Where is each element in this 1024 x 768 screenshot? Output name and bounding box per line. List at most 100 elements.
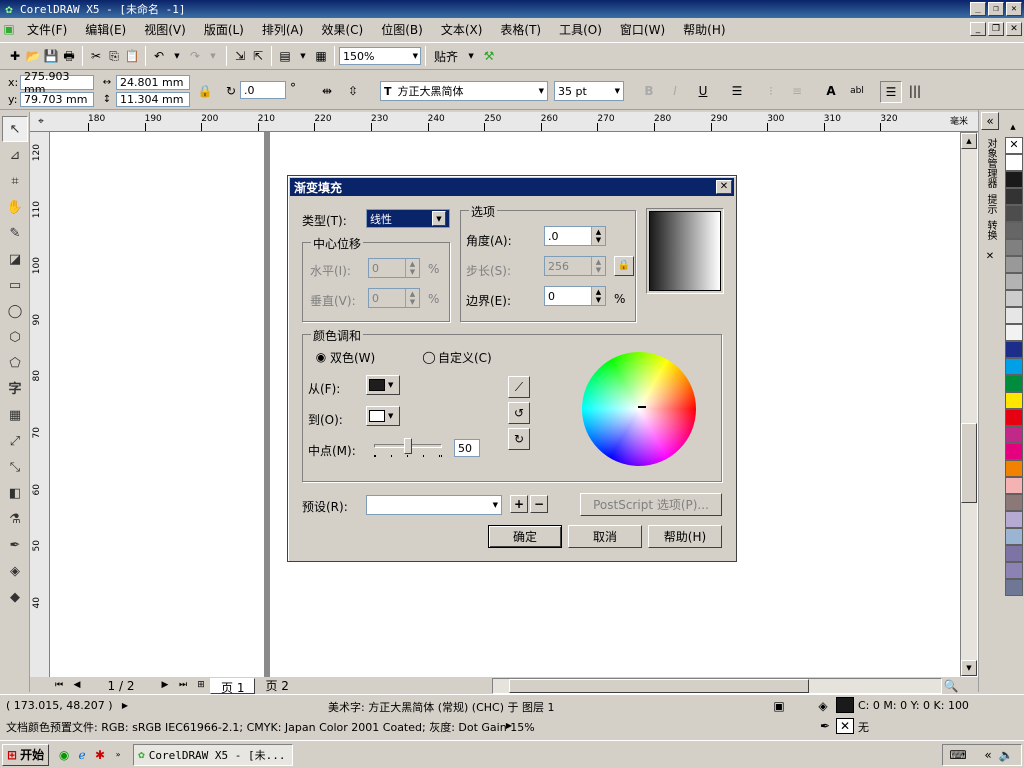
palette-swatch[interactable] bbox=[1005, 357, 1023, 375]
palette-swatch[interactable] bbox=[1005, 442, 1023, 460]
edge-pad-field[interactable]: 0 ▲ ▼ bbox=[544, 286, 606, 306]
palette-swatch[interactable] bbox=[1005, 306, 1023, 324]
docker-tab-transform[interactable]: 转换 bbox=[983, 220, 998, 240]
palette-swatch[interactable] bbox=[1005, 289, 1023, 307]
dimension-tool-icon[interactable]: ⤢ bbox=[2, 428, 28, 454]
lock-icon[interactable]: 🔒 bbox=[196, 82, 214, 100]
scroll-down-icon[interactable]: ▼ bbox=[961, 660, 977, 676]
doc-minimize-button[interactable]: _ bbox=[970, 22, 986, 36]
steps-field[interactable]: 256 ▲ ▼ bbox=[544, 256, 606, 276]
palette-swatch[interactable] bbox=[1005, 544, 1023, 562]
palette-swatch[interactable] bbox=[1005, 238, 1023, 256]
palette-swatch[interactable] bbox=[1005, 578, 1023, 596]
postscript-options-button[interactable]: PostScript 选项(P)... bbox=[580, 493, 722, 516]
outline-pen-icon[interactable]: ✒ bbox=[2, 532, 28, 558]
palette-swatch[interactable] bbox=[1005, 187, 1023, 205]
menu-item-9[interactable]: 工具(O) bbox=[550, 21, 611, 38]
spin-arrows-icon[interactable]: ▲ ▼ bbox=[591, 257, 605, 275]
dialog-close-icon[interactable]: ✕ bbox=[716, 180, 732, 194]
freehand-tool-icon[interactable]: ✎ bbox=[2, 220, 28, 246]
dropcap-icon[interactable]: ≡ bbox=[788, 82, 806, 100]
minimize-button[interactable]: _ bbox=[970, 2, 986, 16]
mirror-v-icon[interactable]: ⇳ bbox=[344, 82, 362, 100]
status-expand-icon[interactable]: ▶ bbox=[116, 697, 134, 715]
from-color-picker[interactable]: ▼ bbox=[366, 375, 400, 395]
cut-icon[interactable]: ✂ bbox=[87, 47, 105, 65]
height-field[interactable]: 11.304 mm bbox=[116, 92, 190, 107]
to-color-picker[interactable]: ▼ bbox=[366, 406, 400, 426]
character-format-icon[interactable]: A bbox=[822, 82, 840, 100]
palette-swatch[interactable] bbox=[1005, 476, 1023, 494]
palette-swatch[interactable] bbox=[1005, 391, 1023, 409]
cancel-button[interactable]: 取消 bbox=[568, 525, 642, 548]
volume-icon[interactable]: 🔈 bbox=[997, 746, 1015, 764]
vertical-text-icon[interactable]: ||| bbox=[906, 82, 924, 100]
pick-tool-icon[interactable]: ↖ bbox=[2, 116, 28, 142]
basic-shapes-icon[interactable]: ⬠ bbox=[2, 350, 28, 376]
text-tool-icon[interactable]: 字 bbox=[2, 376, 28, 402]
preset-select[interactable]: ▼ bbox=[366, 495, 502, 515]
horizontal-text-icon[interactable]: ☰ bbox=[880, 81, 902, 103]
italic-icon[interactable]: I bbox=[666, 82, 684, 100]
palette-swatch[interactable] bbox=[1005, 425, 1023, 443]
palette-swatch[interactable] bbox=[1005, 510, 1023, 528]
taskbar-coreldraw-item[interactable]: ✿ CorelDRAW X5 - [未... bbox=[133, 743, 294, 766]
palette-swatch[interactable] bbox=[1005, 323, 1023, 341]
prev-page-icon[interactable]: ◀ bbox=[68, 677, 86, 695]
palette-scroll-up-icon[interactable]: ▲ bbox=[1004, 119, 1022, 137]
palette-swatch[interactable] bbox=[1005, 527, 1023, 545]
next-page-icon[interactable]: ▶ bbox=[156, 677, 174, 695]
menu-item-5[interactable]: 效果(C) bbox=[312, 21, 372, 38]
export-icon[interactable]: ⇱ bbox=[249, 47, 267, 65]
spin-arrows-icon[interactable]: ▲ ▼ bbox=[405, 259, 419, 277]
undo-dropdown-icon[interactable]: ▼ bbox=[168, 47, 186, 65]
options-icon[interactable]: ⚒ bbox=[480, 47, 498, 65]
menu-item-3[interactable]: 版面(L) bbox=[195, 21, 253, 38]
two-color-radio[interactable]: ◉ bbox=[312, 348, 330, 366]
palette-swatch[interactable] bbox=[1005, 374, 1023, 392]
keyboard-icon[interactable]: ⌨ bbox=[949, 746, 967, 764]
app-launcher-icon[interactable]: ▤ bbox=[276, 47, 294, 65]
menu-item-8[interactable]: 表格(T) bbox=[491, 21, 550, 38]
add-preset-icon[interactable]: + bbox=[510, 495, 528, 513]
new-icon[interactable]: ✚ bbox=[6, 47, 24, 65]
horizontal-scrollbar[interactable] bbox=[492, 677, 942, 694]
menu-item-4[interactable]: 排列(A) bbox=[253, 21, 313, 38]
palette-swatch[interactable] bbox=[1005, 459, 1023, 477]
bullet-icon[interactable]: ⁝ bbox=[762, 82, 780, 100]
tab-page-2[interactable]: 页 2 bbox=[255, 677, 298, 694]
slider-thumb[interactable] bbox=[404, 438, 412, 454]
snap-dropdown-icon[interactable]: ▼ bbox=[462, 47, 480, 65]
palette-swatch[interactable] bbox=[1005, 221, 1023, 239]
ie-icon[interactable]: ℯ bbox=[73, 746, 91, 764]
save-icon[interactable]: 💾 bbox=[42, 47, 60, 65]
font-select[interactable]: T 方正大黑简体 ▼ bbox=[380, 81, 548, 101]
palette-swatch[interactable] bbox=[1005, 408, 1023, 426]
angle-field[interactable]: .0 ▲ ▼ bbox=[544, 226, 606, 246]
doc-restore-button[interactable]: ❐ bbox=[988, 22, 1004, 36]
palette-swatch[interactable] bbox=[1005, 255, 1023, 273]
rectangle-tool-icon[interactable]: ▭ bbox=[2, 272, 28, 298]
last-page-icon[interactable]: ⏭ bbox=[174, 677, 192, 695]
remove-preset-icon[interactable]: − bbox=[530, 495, 548, 513]
palette-swatch[interactable] bbox=[1005, 493, 1023, 511]
shape-tool-icon[interactable]: ⊿ bbox=[2, 142, 28, 168]
menu-item-10[interactable]: 窗口(W) bbox=[611, 21, 674, 38]
pan-tool-icon[interactable]: ✋ bbox=[2, 194, 28, 220]
help-button[interactable]: 帮助(H) bbox=[648, 525, 722, 548]
docker-tab-object-manager[interactable]: 对象管理器 bbox=[983, 138, 998, 188]
redo-icon[interactable]: ↷ bbox=[186, 47, 204, 65]
spin-arrows-icon[interactable]: ▲ ▼ bbox=[591, 227, 605, 245]
crop-tool-icon[interactable]: ⌗ bbox=[2, 168, 28, 194]
snap-label[interactable]: 贴齐 bbox=[430, 48, 462, 65]
polygon-tool-icon[interactable]: ⬡ bbox=[2, 324, 28, 350]
restore-button[interactable]: ❐ bbox=[988, 2, 1004, 16]
menu-item-7[interactable]: 文本(X) bbox=[432, 21, 492, 38]
undo-icon[interactable]: ↶ bbox=[150, 47, 168, 65]
table-tool-icon[interactable]: ▦ bbox=[2, 402, 28, 428]
ellipse-tool-icon[interactable]: ◯ bbox=[2, 298, 28, 324]
type-select[interactable]: 线性 ▼ bbox=[366, 209, 450, 228]
profile-expand-icon[interactable]: ▶ bbox=[500, 717, 518, 735]
font-size-select[interactable]: 35 pt ▼ bbox=[554, 81, 624, 101]
align-icon[interactable]: ☰ bbox=[728, 82, 746, 100]
